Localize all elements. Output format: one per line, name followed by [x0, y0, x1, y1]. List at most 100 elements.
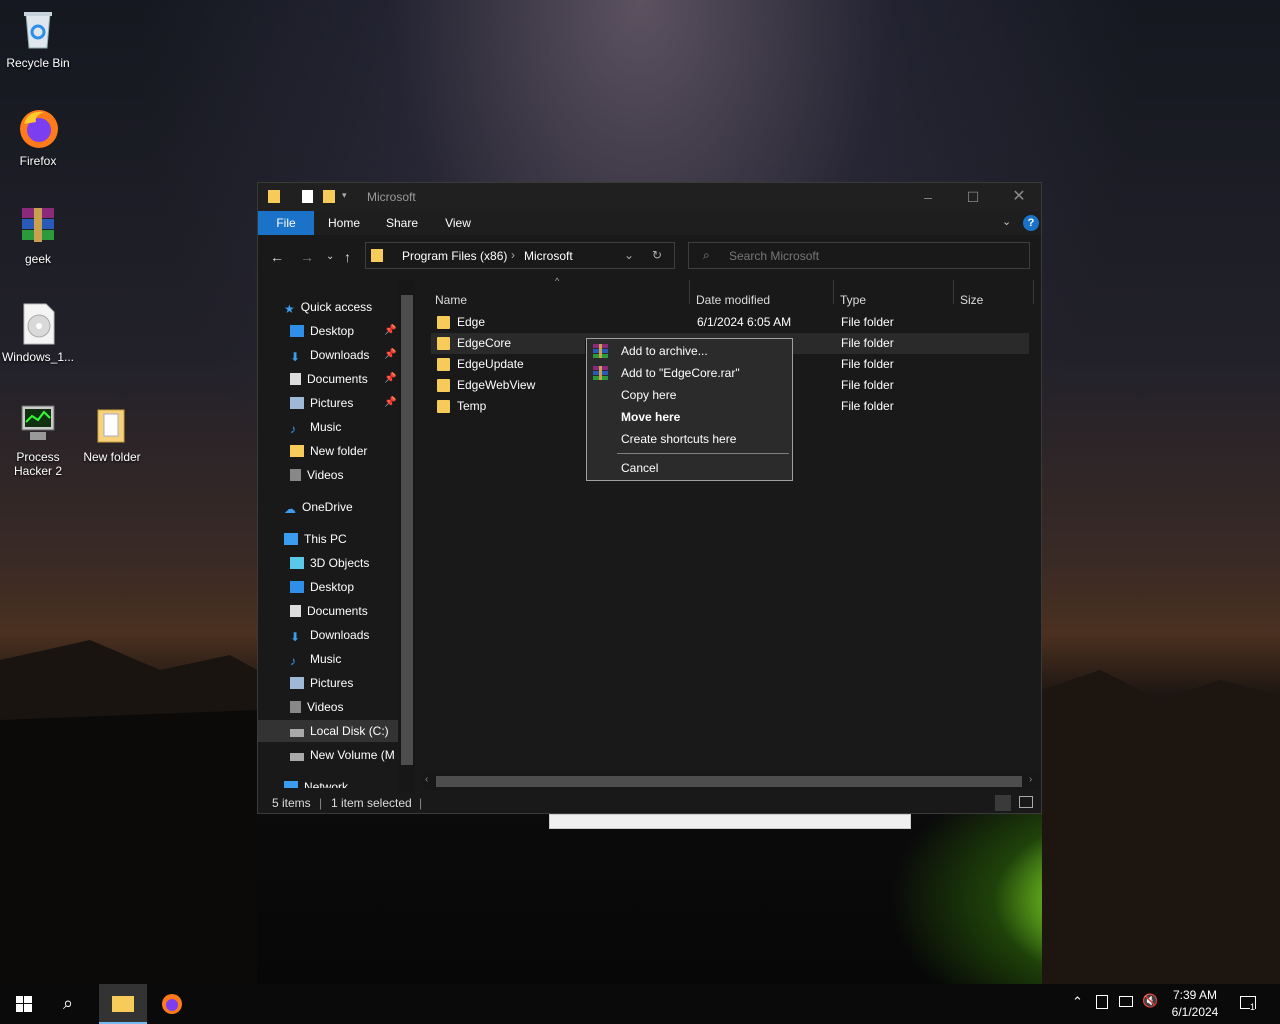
taskbar-firefox[interactable] [148, 984, 196, 1024]
chevron-down-icon[interactable]: ▾ [342, 190, 350, 203]
refresh-icon[interactable]: ↻ [652, 248, 662, 262]
cloud-icon: ☁ [284, 502, 296, 516]
nav-pc-videos[interactable]: Videos [290, 696, 343, 718]
nav-pc-new-volume[interactable]: New Volume (M [290, 744, 395, 766]
start-button[interactable] [0, 984, 48, 1024]
close-button[interactable]: ✕ [999, 187, 1039, 207]
nav-pc-music[interactable]: ♪ Music [290, 648, 341, 670]
document-icon [290, 373, 301, 385]
column-size[interactable]: Size [960, 290, 983, 310]
recent-locations-icon[interactable]: ⌄ [326, 251, 334, 262]
context-menu: Add to archive... Add to "EdgeCore.rar" … [586, 338, 793, 481]
nav-onedrive[interactable]: ☁ OneDrive [284, 496, 353, 518]
desktop-icon [290, 325, 304, 337]
device-icon[interactable] [1096, 995, 1108, 1009]
search-button[interactable]: ⌕ [48, 984, 96, 1024]
horizontal-scrollbar-thumb[interactable] [436, 776, 1022, 787]
taskbar-file-explorer[interactable] [99, 984, 147, 1024]
column-name[interactable]: Name [435, 290, 467, 310]
nav-quick-desktop[interactable]: Desktop 📌 [290, 320, 410, 342]
menu-copy-here[interactable]: Copy here [621, 384, 676, 406]
menu-add-to-archive[interactable]: Add to archive... [621, 340, 708, 362]
desktop-icon-windows-iso[interactable]: Windows_1... [0, 302, 76, 364]
nav-pc-desktop[interactable]: Desktop [290, 576, 354, 598]
tab-view[interactable]: View [436, 211, 480, 235]
computer-icon [284, 533, 298, 545]
network-status-icon[interactable] [1119, 996, 1133, 1007]
menu-cancel[interactable]: Cancel [621, 457, 658, 479]
status-item-count: 5 items [272, 796, 311, 810]
nav-pc-3d-objects[interactable]: 3D Objects [290, 552, 369, 574]
help-icon[interactable]: ? [1023, 215, 1039, 231]
column-date-modified[interactable]: Date modified [696, 290, 770, 310]
title-bar[interactable]: ▾ Microsoft – ☐ ✕ [258, 183, 1041, 211]
pin-icon: 📌 [384, 373, 397, 384]
desktop-icon-new-folder[interactable]: New folder [74, 402, 150, 464]
breadcrumb-program-files[interactable]: Program Files (x86) [402, 249, 507, 263]
column-type[interactable]: Type [840, 290, 866, 310]
column-separator[interactable] [1033, 280, 1034, 304]
action-center-button[interactable]: 1 [1232, 984, 1272, 1024]
minimize-button[interactable]: – [908, 187, 948, 207]
scroll-left-icon[interactable]: ‹ [425, 774, 428, 785]
show-hidden-icons-icon[interactable]: ⌃ [1072, 994, 1083, 1010]
back-arrow-icon[interactable]: ← [270, 249, 284, 265]
scroll-right-icon[interactable]: › [1029, 774, 1032, 785]
menu-move-here[interactable]: Move here [621, 406, 680, 428]
nav-pc-pictures[interactable]: Pictures [290, 672, 353, 694]
address-dropdown-icon[interactable]: ⌄ [624, 248, 634, 262]
nav-pc-documents[interactable]: Documents [290, 600, 368, 622]
firefox-icon [162, 994, 182, 1014]
volume-muted-icon[interactable]: 🔇 [1142, 993, 1158, 1009]
folder-icon [90, 402, 134, 446]
tab-share[interactable]: Share [378, 211, 426, 235]
desktop-icon-process-hacker[interactable]: Process Hacker 2 [0, 402, 76, 478]
properties-icon[interactable] [302, 190, 313, 203]
download-icon: ⬇ [290, 350, 301, 364]
menu-create-shortcuts-here[interactable]: Create shortcuts here [621, 428, 736, 450]
menu-add-to-rar[interactable]: Add to "EdgeCore.rar" [621, 362, 740, 384]
menu-separator [617, 453, 789, 454]
nav-quick-videos[interactable]: Videos [290, 464, 343, 486]
search-box[interactable]: ⌕ Search Microsoft [688, 242, 1030, 269]
nav-quick-downloads[interactable]: ⬇ Downloads 📌 [290, 344, 410, 366]
nav-quick-pictures[interactable]: Pictures 📌 [290, 392, 410, 414]
search-icon: ⌕ [63, 993, 74, 1013]
nav-scrollbar-thumb[interactable] [401, 295, 413, 765]
nav-this-pc[interactable]: This PC [284, 528, 347, 550]
nav-quick-documents[interactable]: Documents 📌 [290, 368, 410, 390]
large-icons-view-button[interactable] [1019, 796, 1033, 808]
details-view-button[interactable] [995, 795, 1011, 811]
status-divider: | [419, 796, 423, 810]
file-explorer-window: ▾ Microsoft – ☐ ✕ File Home Share View ⌄… [257, 182, 1042, 814]
desktop-icon-recycle-bin[interactable]: Recycle Bin [0, 8, 76, 70]
document-icon [290, 605, 301, 617]
desktop-icon-firefox[interactable]: Firefox [0, 106, 76, 168]
nav-quick-music[interactable]: ♪ Music [290, 416, 341, 438]
forward-arrow-icon[interactable]: → [300, 249, 314, 265]
maximize-button[interactable]: ☐ [953, 187, 993, 207]
horizontal-scrollbar[interactable]: ‹ › [423, 773, 1040, 790]
new-folder-icon[interactable] [323, 190, 335, 203]
drive-icon [290, 729, 304, 737]
nav-network[interactable]: Network [284, 776, 348, 788]
nav-pc-local-disk[interactable]: Local Disk (C:) [258, 720, 398, 742]
breadcrumb-microsoft[interactable]: Microsoft [524, 249, 573, 263]
nav-quick-access[interactable]: ★ Quick access [284, 296, 372, 318]
column-separator[interactable] [833, 280, 834, 304]
status-bar: 5 items | 1 item selected | [258, 793, 1041, 813]
address-bar[interactable]: Program Files (x86) › Microsoft ⌄ ↻ [365, 242, 675, 269]
system-clock[interactable]: 7:39 AM 6/1/2024 [1168, 987, 1222, 1021]
tab-home[interactable]: Home [320, 211, 368, 235]
column-separator[interactable] [689, 280, 690, 304]
up-arrow-icon[interactable]: ↑ [344, 249, 351, 265]
desktop-icon-geek[interactable]: geek [0, 204, 76, 266]
file-row-edge[interactable]: Edge 6/1/2024 6:05 AM File folder [431, 312, 1029, 333]
desktop-icon-label: Process Hacker 2 [13, 450, 63, 478]
expand-ribbon-icon[interactable]: ⌄ [1002, 215, 1011, 228]
tab-file[interactable]: File [258, 211, 314, 235]
nav-quick-new-folder[interactable]: New folder [290, 440, 367, 462]
column-separator[interactable] [953, 280, 954, 304]
pictures-icon [290, 677, 304, 689]
nav-pc-downloads[interactable]: ⬇ Downloads [290, 624, 369, 646]
